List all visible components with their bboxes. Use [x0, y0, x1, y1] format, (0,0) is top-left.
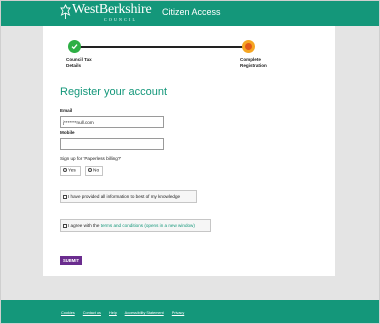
- step-label-line: Registration: [240, 63, 267, 68]
- agree-terms-prefix: I agree with the: [68, 223, 101, 228]
- step-complete-indicator: [68, 40, 81, 53]
- agree-terms-checkbox-row[interactable]: I agree with the terms and conditions (o…: [60, 219, 211, 232]
- checkmark-icon: [71, 44, 78, 50]
- footer-link-contact-us[interactable]: Contact us: [83, 311, 101, 315]
- mobile-label: Mobile: [60, 130, 75, 135]
- terms-link[interactable]: terms and conditions (opens in a new win…: [101, 223, 195, 228]
- site-logo[interactable]: WestBerkshire: [72, 2, 152, 18]
- footer-link-privacy[interactable]: Privacy: [172, 311, 184, 315]
- step-label-line: Details: [66, 63, 82, 68]
- progress-line: [76, 46, 248, 48]
- radio-no-label: No: [93, 168, 100, 174]
- step-label-council-tax: Council Tax Details: [66, 57, 106, 69]
- confirm-info-label: I have provided all information to best …: [68, 194, 181, 199]
- footer-link-cookies[interactable]: Cookies: [61, 311, 75, 315]
- council-crest-icon: [60, 4, 71, 19]
- footer-link-help[interactable]: Help: [109, 311, 117, 315]
- email-label: Email: [60, 108, 73, 113]
- step-current-indicator: [242, 40, 255, 53]
- footer-link-accessibility[interactable]: Accessibility Statement: [125, 311, 164, 315]
- submit-button[interactable]: SUBMIT: [60, 256, 82, 265]
- mobile-field[interactable]: [60, 138, 164, 150]
- step-label-complete-registration: Complete Registration: [240, 57, 280, 69]
- radio-yes-label: Yes: [68, 168, 76, 174]
- radio-no[interactable]: No: [85, 166, 103, 176]
- page-title: Register your account: [60, 86, 167, 98]
- header-title: Citizen Access: [162, 7, 221, 17]
- radio-button-icon[interactable]: [63, 168, 67, 172]
- site-logo-subtitle: COUNCIL: [104, 17, 138, 22]
- checkbox-icon[interactable]: [63, 223, 67, 228]
- radio-yes[interactable]: Yes: [60, 166, 81, 176]
- radio-button-icon[interactable]: [88, 168, 92, 172]
- footer-links: Cookies Contact us Help Accessibility St…: [61, 311, 191, 315]
- paperless-question: Sign up for 'Paperless billing?': [60, 156, 122, 161]
- confirm-info-checkbox-row[interactable]: I have provided all information to best …: [60, 190, 197, 203]
- current-step-dot: [245, 43, 252, 50]
- email-field[interactable]: [60, 116, 164, 128]
- checkbox-icon[interactable]: [63, 194, 67, 199]
